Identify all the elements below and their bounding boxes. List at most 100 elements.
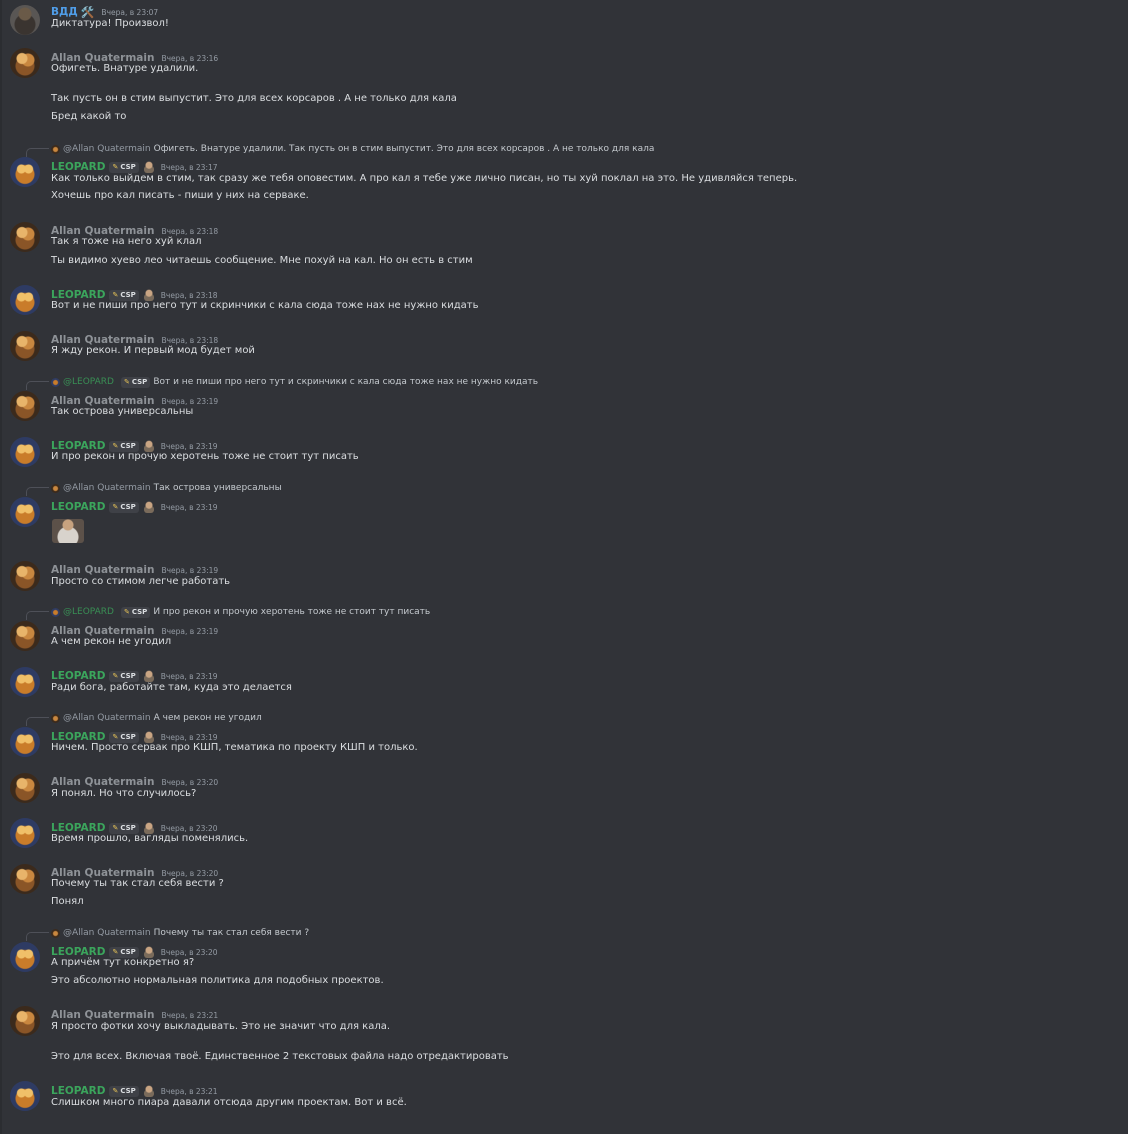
message-text: А причём тут конкретно я?: [51, 957, 195, 968]
sticker-image[interactable]: [52, 519, 84, 543]
timestamp[interactable]: Вчера, в 23:19: [161, 503, 218, 512]
avatar[interactable]: [10, 818, 40, 848]
message-text: Офигеть. Внатуре удалили.: [51, 63, 199, 74]
server-tag[interactable]: ✎ CSP: [109, 501, 139, 513]
avatar[interactable]: [10, 48, 40, 78]
timestamp[interactable]: Вчера, в 23:19: [161, 672, 218, 681]
avatar[interactable]: [10, 285, 40, 315]
timestamp[interactable]: Вчера, в 23:19: [161, 566, 218, 575]
reply-connector: [26, 611, 49, 620]
avatar[interactable]: [10, 667, 40, 697]
timestamp[interactable]: Вчера, в 23:21: [161, 1087, 218, 1096]
reply-text[interactable]: А чем рекон не угодил: [154, 713, 262, 723]
reply-author[interactable]: @LEOPARD: [63, 377, 114, 387]
server-tag-label: CSP: [120, 291, 136, 299]
wrench-icon: ✎: [123, 378, 130, 386]
message-text: Просто со стимом легче работать: [51, 576, 231, 587]
reply-author[interactable]: @Allan Quatermain: [63, 483, 151, 493]
reply-preview[interactable]: @Allan Quatermain Почему ты так стал себя…: [51, 927, 309, 939]
message-text: Диктатура! Произвол!: [51, 18, 169, 29]
message-text: Я просто фотки хочу выкладывать. Это не …: [51, 1021, 391, 1032]
reply-avatar: [51, 483, 60, 493]
server-tag[interactable]: ✎ CSP: [109, 670, 139, 682]
avatar[interactable]: [10, 331, 40, 361]
wrench-icon: ✎: [112, 503, 119, 511]
message-text: А чем рекон не угодил: [51, 636, 172, 647]
wrench-icon: ✎: [112, 948, 119, 956]
reply-preview[interactable]: @Allan Quatermain Так острова универсальн…: [51, 482, 282, 494]
reply-preview[interactable]: @LEOPARD ✎ CSP И про рекон и прочую херотен…: [51, 606, 430, 618]
avatar[interactable]: [10, 621, 40, 651]
message-text: Я жду рекон. И первый мод будет мой: [51, 345, 255, 356]
server-tag-label: CSP: [120, 824, 136, 832]
reply-connector: [26, 487, 49, 496]
reply-author[interactable]: @Allan Quatermain: [63, 928, 151, 938]
server-tag[interactable]: ✎ CSP: [109, 1085, 139, 1097]
author-name[interactable]: LEOPARD: [51, 501, 105, 513]
avatar[interactable]: [10, 391, 40, 421]
message-text: Слишком много пиара давали отсюда другим…: [51, 1097, 407, 1108]
server-tag: ✎ CSP: [120, 376, 151, 388]
timestamp[interactable]: Вчера, в 23:17: [161, 163, 218, 172]
reply-preview[interactable]: @Allan Quatermain А чем рекон не угодил: [51, 712, 262, 724]
message-text: Вот и не пиши про него тут и скринчики с…: [51, 300, 479, 311]
avatar[interactable]: [10, 5, 40, 35]
reply-preview[interactable]: @Allan Quatermain Офигеть. Внатуре удалил…: [51, 143, 654, 155]
server-tag-label: CSP: [131, 608, 148, 616]
reply-author[interactable]: @Allan Quatermain: [63, 144, 151, 154]
message-header: LEOPARD ✎ CSP Вчера, в 23:19: [51, 499, 218, 515]
avatar[interactable]: [10, 773, 40, 803]
wrench-icon: ✎: [112, 442, 119, 450]
server-tag-label: CSP: [131, 378, 148, 386]
reply-text[interactable]: Офигеть. Внатуре удалили. Так пусть он в…: [154, 144, 655, 154]
timestamp[interactable]: Вчера, в 23:20: [161, 778, 218, 787]
wrench-icon: ✎: [112, 733, 119, 741]
server-tag-label: CSP: [120, 733, 136, 741]
avatar[interactable]: [10, 942, 40, 972]
avatar[interactable]: [10, 727, 40, 757]
chat-left-border: [0, 0, 2, 1134]
avatar[interactable]: [10, 864, 40, 894]
message-text: И про рекон и прочую херотень тоже не ст…: [51, 451, 359, 462]
reply-text[interactable]: Вот и не пиши про него тут и скринчики с…: [153, 377, 538, 387]
reply-text[interactable]: Так острова универсальны: [154, 483, 282, 493]
server-tag-label: CSP: [120, 948, 136, 956]
avatar[interactable]: [10, 561, 40, 591]
server-tag-label: CSP: [120, 672, 136, 680]
message-text: Как только выйдем в стим, так сразу же т…: [51, 173, 798, 184]
reply-author[interactable]: @Allan Quatermain: [63, 713, 151, 723]
avatar[interactable]: [10, 222, 40, 252]
reply-connector: [26, 717, 49, 726]
server-tag-label: CSP: [120, 442, 136, 450]
reply-connector: [26, 932, 49, 941]
reply-text[interactable]: И про рекон и прочую херотень тоже не ст…: [153, 607, 430, 617]
message-text: Ради бога, работайте там, куда это делае…: [51, 682, 292, 693]
wrench-icon: ✎: [112, 672, 119, 680]
timestamp[interactable]: Вчера, в 23:21: [161, 1011, 218, 1020]
message-text: Понял: [51, 896, 84, 907]
server-tag-label: CSP: [120, 503, 136, 511]
server-tag[interactable]: ✎ CSP: [109, 161, 139, 173]
wrench-icon: ✎: [123, 608, 130, 616]
avatar[interactable]: [10, 497, 40, 527]
reply-avatar: [51, 607, 60, 617]
reply-avatar: [51, 144, 60, 154]
message-text: Почему ты так стал себя вести ?: [51, 878, 224, 889]
message-text: Ты видимо хуево лео читаешь сообщение. М…: [51, 255, 473, 266]
reply-text[interactable]: Почему ты так стал себя вести ?: [154, 928, 310, 938]
reply-avatar: [51, 713, 60, 723]
avatar[interactable]: [10, 437, 40, 467]
message-text: Так пусть он в стим выпустит. Это для вс…: [51, 93, 457, 104]
avatar[interactable]: [10, 1081, 40, 1111]
avatar[interactable]: [10, 157, 40, 187]
message-text: Хочешь про кал писать - пиши у них на се…: [51, 190, 309, 201]
message-text: Это абсолютно нормальная политика для по…: [51, 975, 384, 986]
message-text: Так острова универсальны: [51, 406, 194, 417]
avatar[interactable]: [10, 1006, 40, 1036]
reply-connector: [26, 381, 49, 390]
reply-author[interactable]: @LEOPARD: [63, 607, 114, 617]
timestamp[interactable]: Вчера, в 23:07: [101, 8, 158, 17]
wrench-icon: ✎: [112, 291, 119, 299]
server-tag-label: CSP: [120, 163, 136, 171]
reply-preview[interactable]: @LEOPARD ✎ CSP Вот и не пиши про него тут и…: [51, 376, 538, 388]
